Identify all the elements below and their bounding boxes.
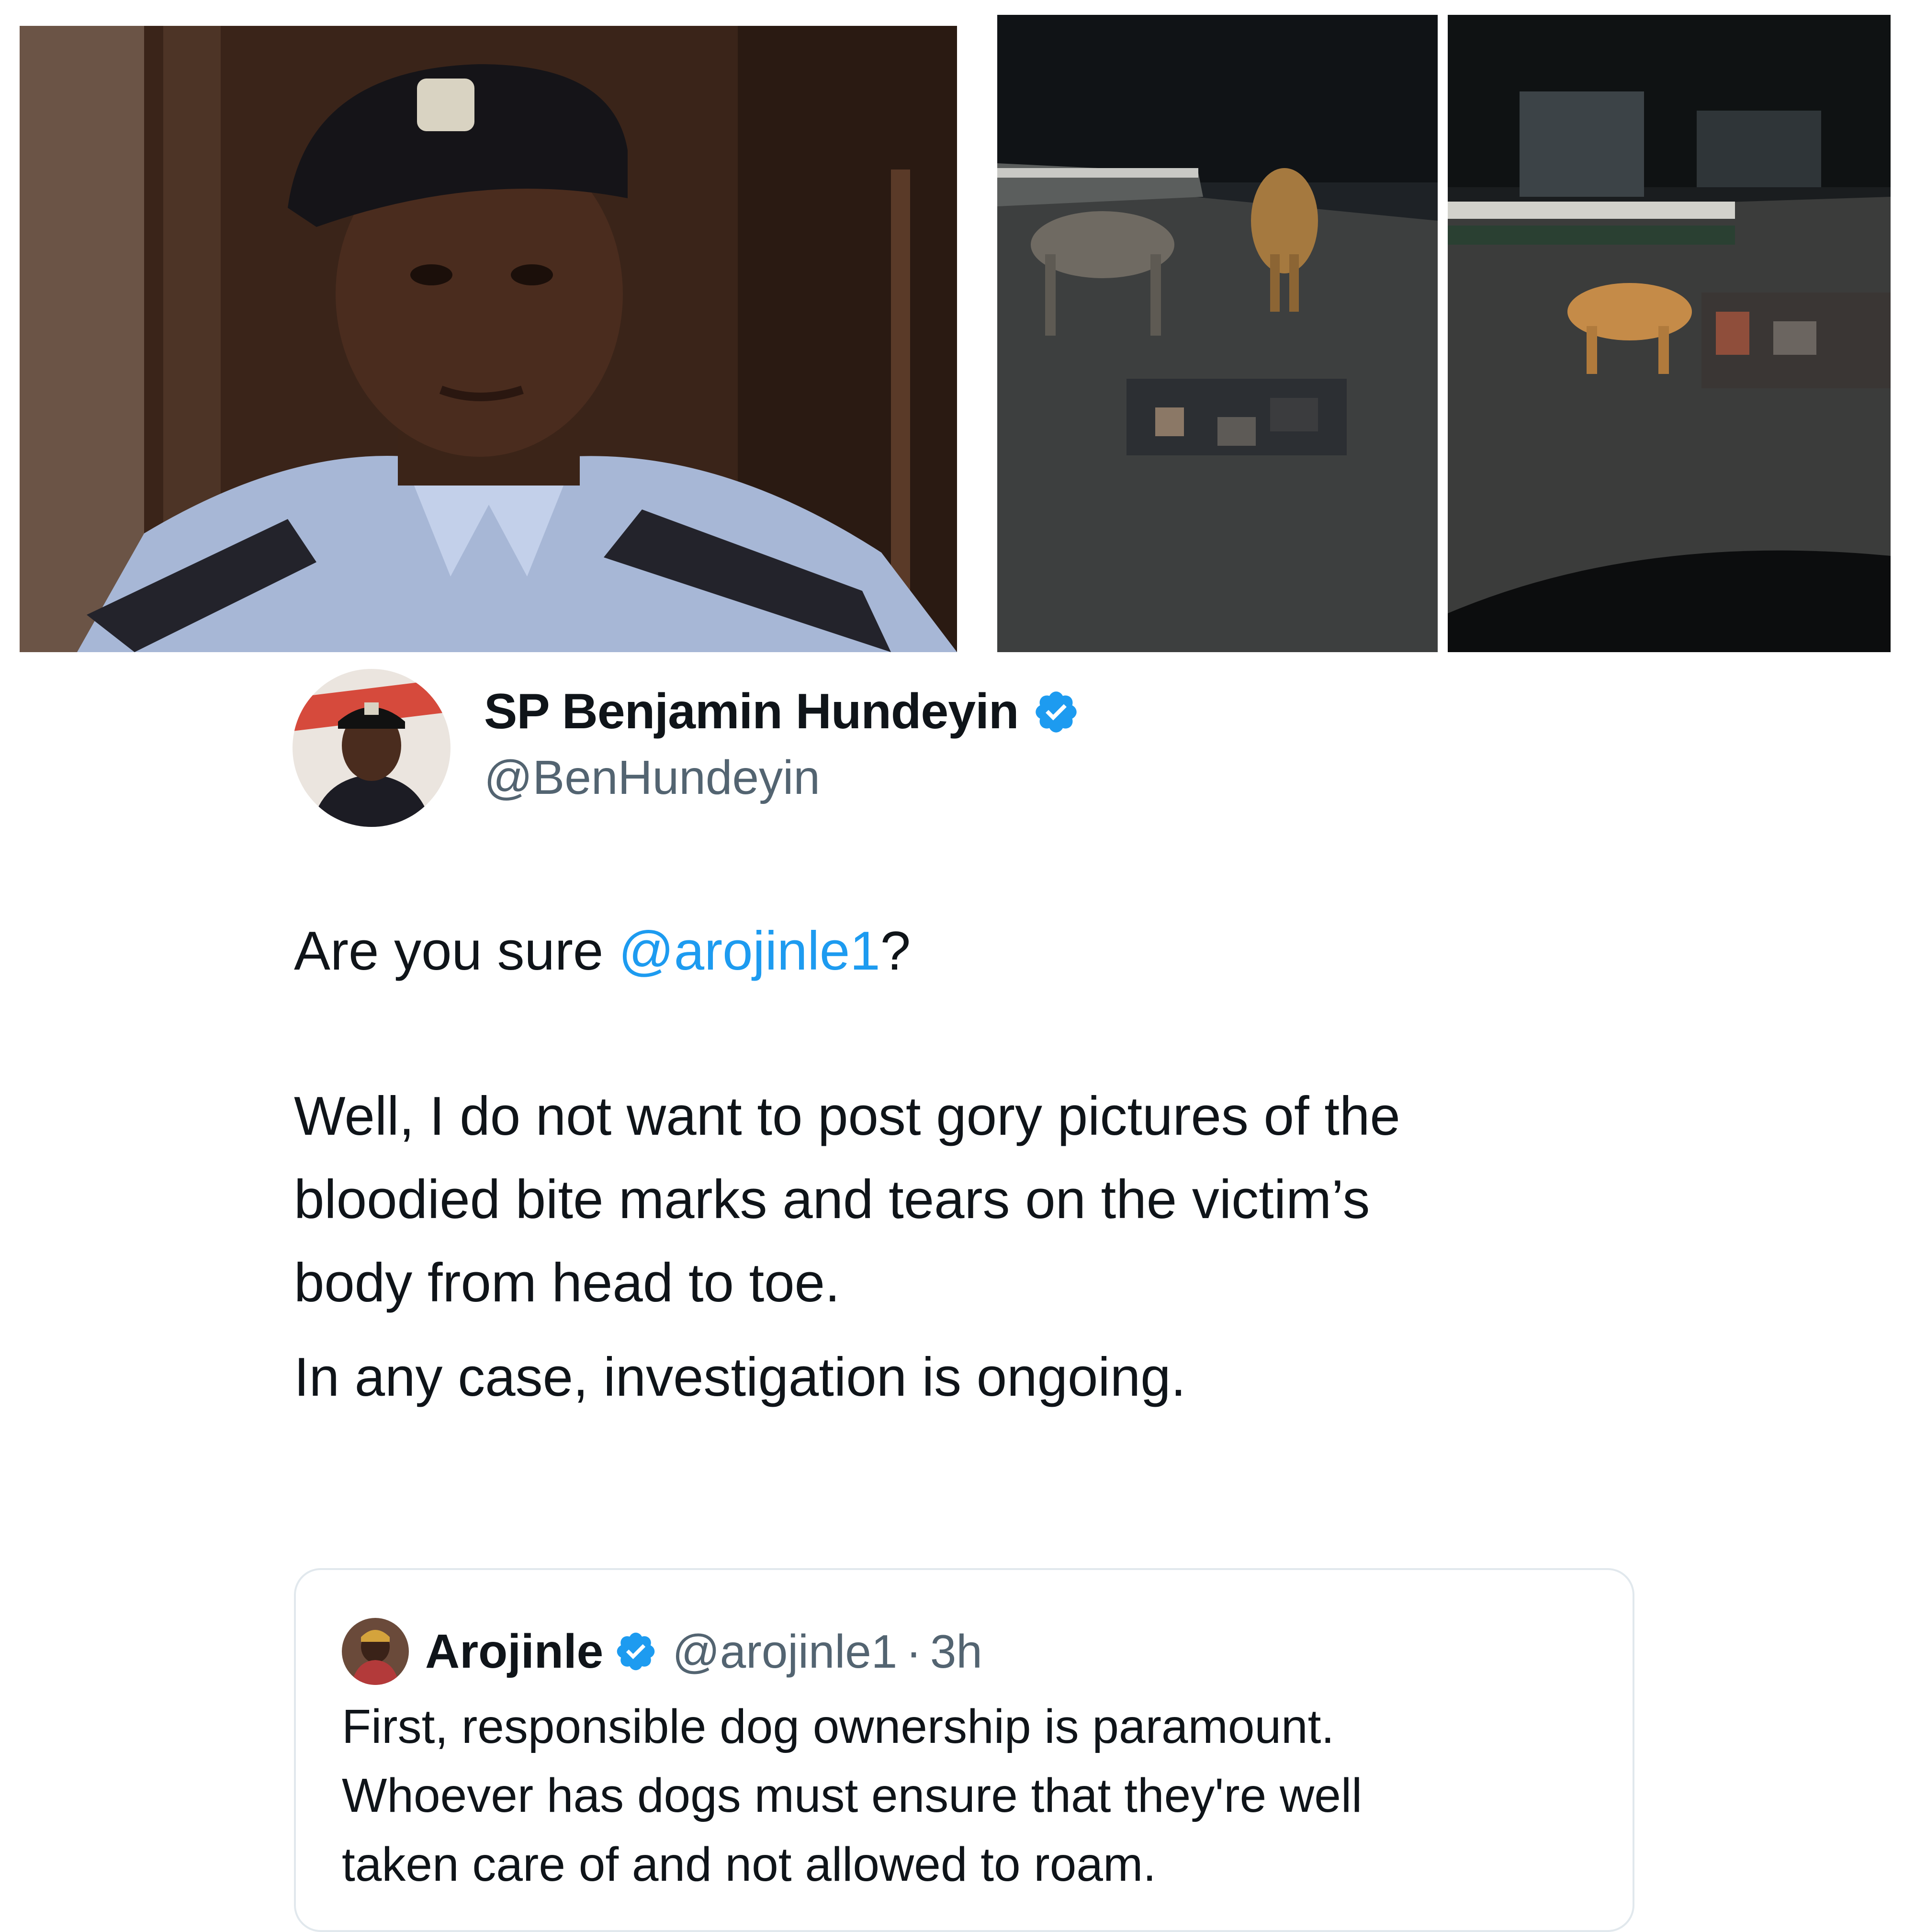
tweet-text-prefix: Are you sure [294, 921, 619, 982]
quoted-author-handle[interactable]: @arojinle1 [672, 1625, 897, 1679]
quoted-tweet-header: Arojinle @arojinle1 · 3h [342, 1618, 982, 1685]
quoted-separator: · [906, 1625, 922, 1678]
verified-badge-icon [1032, 688, 1080, 736]
quoted-author-avatar[interactable] [342, 1618, 409, 1685]
author-name-row: SP Benjamin Hundeyin [484, 683, 1080, 740]
author-display-name[interactable]: SP Benjamin Hundeyin [484, 683, 1019, 740]
author-handle[interactable]: @BenHundeyin [484, 750, 820, 805]
quoted-tweet-text: First, responsible dog ownership is para… [342, 1700, 1363, 1891]
author-avatar[interactable] [293, 669, 451, 827]
tweet-paragraph-2: Well, I do not want to post gory picture… [294, 1086, 1400, 1313]
quoted-author-avatar-image [342, 1618, 409, 1685]
author-avatar-image [293, 669, 451, 827]
tweet-header: SP Benjamin Hundeyin @BenHundeyin [293, 669, 1537, 827]
tweet-text-suffix: ? [880, 921, 911, 982]
quoted-tweet-card[interactable]: Arojinle @arojinle1 · 3h First, responsi… [294, 1568, 1634, 1932]
officer-photo[interactable] [20, 26, 957, 652]
dogs-night-photo-1[interactable] [997, 15, 1438, 652]
tweet-paragraph-1: Are you sure @arojinle1? [294, 910, 911, 993]
dogs-night-photo-2-image [1448, 15, 1891, 652]
mention-link[interactable]: @arojinle1 [619, 921, 880, 982]
quoted-author-name[interactable]: Arojinle [425, 1624, 603, 1679]
quoted-verified-badge-icon [614, 1629, 658, 1673]
dogs-night-photo-2[interactable] [1448, 15, 1891, 652]
dogs-night-photo-1-image [997, 15, 1438, 652]
tweet-paragraph-3: In any case, investigation is ongoing. [294, 1347, 1186, 1408]
quoted-timestamp[interactable]: 3h [930, 1625, 982, 1679]
officer-photo-image [20, 26, 957, 652]
